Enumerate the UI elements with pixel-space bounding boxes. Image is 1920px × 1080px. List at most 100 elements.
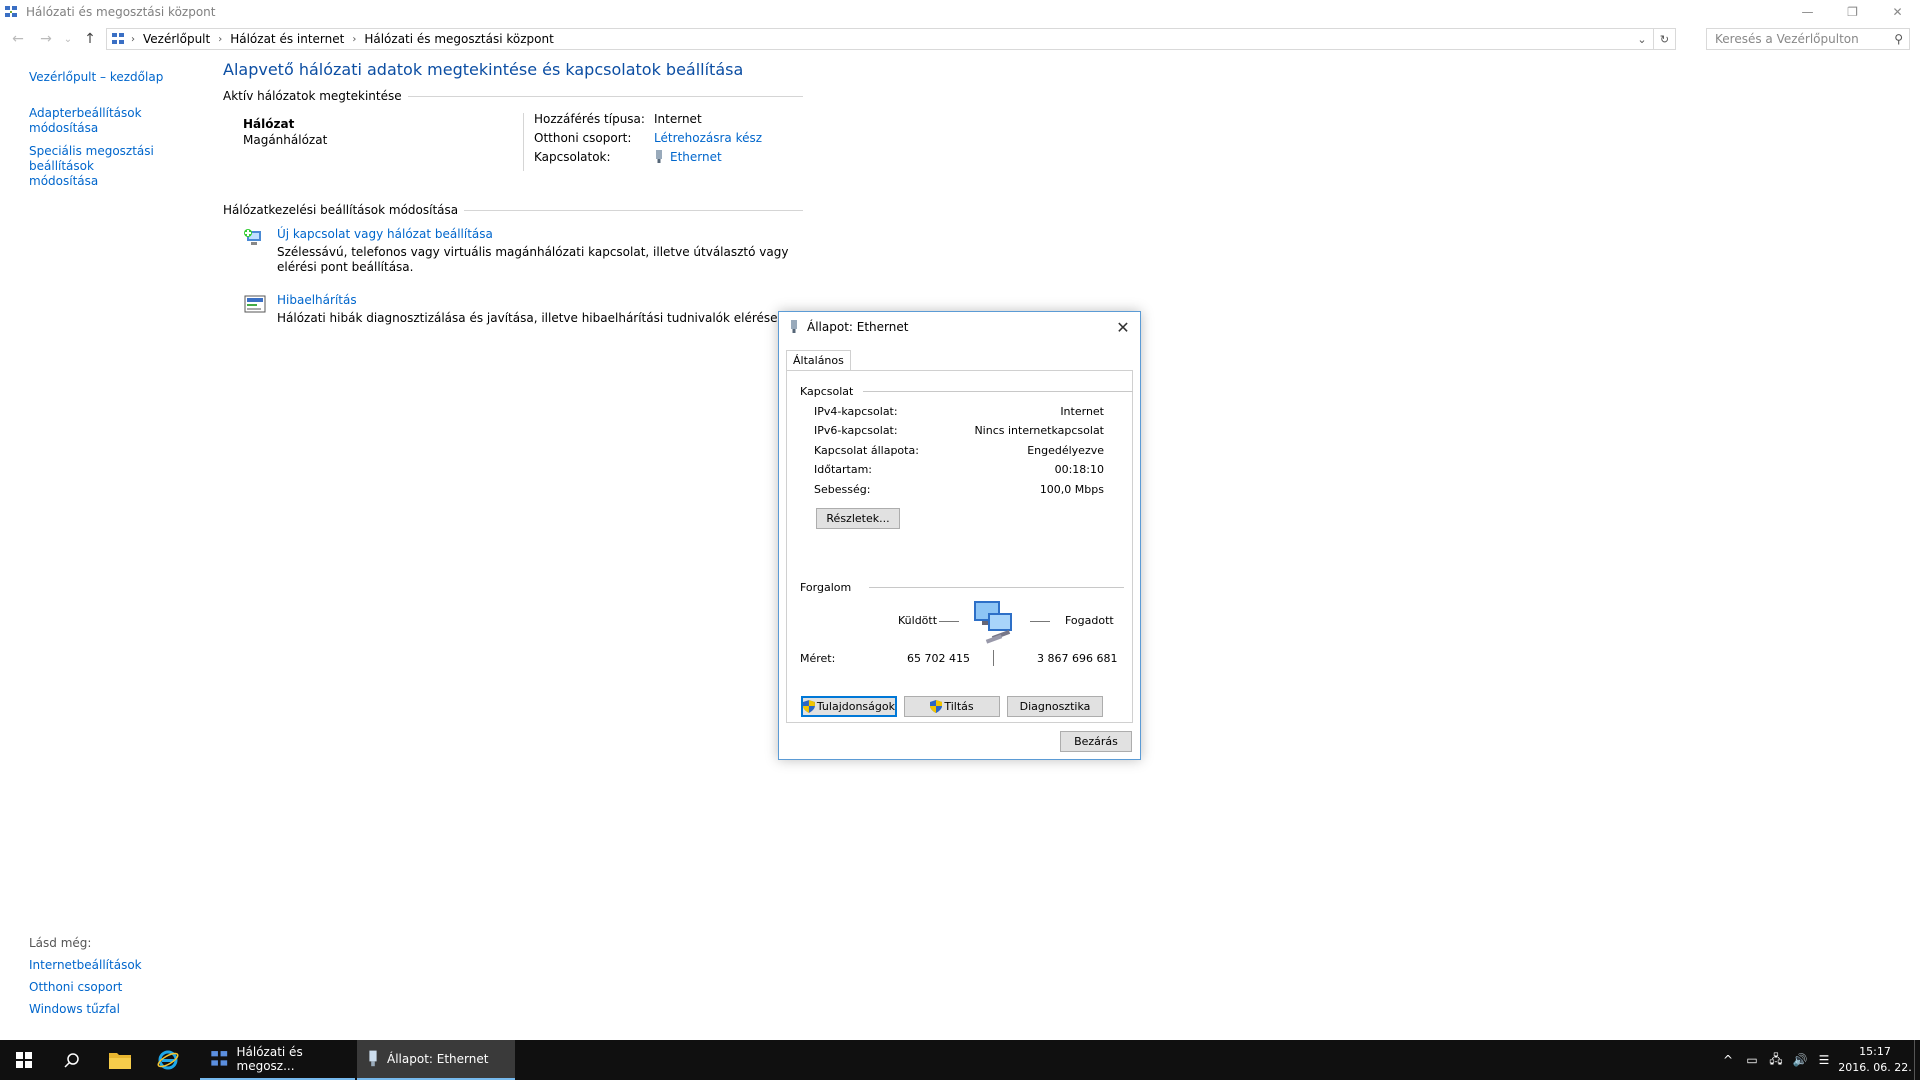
details-button[interactable]: Részletek... <box>816 508 900 529</box>
status-value: Engedélyezve <box>1027 444 1104 457</box>
status-row: Kapcsolat állapota: Engedélyezve <box>814 444 1104 457</box>
minimize-button[interactable]: — <box>1785 0 1830 24</box>
breadcrumb-network-center[interactable]: Hálózati és megosztási központ <box>358 32 559 46</box>
breadcrumb-network-internet[interactable]: Hálózat és internet <box>224 32 350 46</box>
maximize-button[interactable]: ❐ <box>1830 0 1875 24</box>
windows-logo-icon <box>16 1052 32 1068</box>
properties-button-label: Tulajdonságok <box>816 700 895 713</box>
volume-icon[interactable]: 🔊 <box>1788 1053 1812 1067</box>
homegroup-link[interactable]: Létrehozásra kész <box>654 131 762 145</box>
taskbar-task-label: Állapot: Ethernet <box>387 1052 489 1066</box>
ipv4-row: IPv4-kapcsolat: Internet <box>814 405 1104 418</box>
breadcrumb-separator[interactable]: › <box>216 34 224 45</box>
back-button[interactable]: ← <box>4 26 32 52</box>
see-also-homegroup[interactable]: Otthoni csoport <box>29 980 142 994</box>
tray-overflow-icon[interactable]: ^ <box>1716 1053 1740 1067</box>
up-button[interactable]: ↑ <box>76 26 104 52</box>
show-desktop-button[interactable] <box>1914 1040 1920 1080</box>
connection-group-title: Kapcsolat <box>800 385 854 398</box>
new-connection-icon <box>244 229 261 245</box>
disable-button[interactable]: Tiltás <box>904 696 1000 717</box>
sidebar-item-adapter-settings[interactable]: Adapterbeállítások módosítása <box>29 106 209 136</box>
clock-date: 2016. 06. 22. <box>1838 1061 1912 1074</box>
taskbar-task-ethernet-status[interactable]: Állapot: Ethernet <box>357 1040 515 1080</box>
duration-value: 00:18:10 <box>1054 463 1104 476</box>
ethernet-icon <box>791 320 797 333</box>
dialog-close-icon[interactable]: ✕ <box>1106 312 1140 342</box>
divider <box>869 587 1125 588</box>
sidebar-item-control-panel-home[interactable]: Vezérlőpult – kezdőlap <box>29 70 209 85</box>
file-explorer-button[interactable] <box>96 1040 144 1080</box>
taskbar-search-button[interactable] <box>48 1040 96 1080</box>
breadcrumb-control-panel[interactable]: Vezérlőpult <box>137 32 216 46</box>
network-name: Hálózat <box>243 117 295 131</box>
troubleshoot-link[interactable]: Hibaelhárítás <box>277 293 803 307</box>
disable-button-label: Tiltás <box>944 700 974 713</box>
new-connection-desc: Szélessávú, telefonos vagy virtuális mag… <box>277 245 789 274</box>
window-title: Hálózati és megosztási központ <box>26 5 216 19</box>
ethernet-icon <box>656 149 662 163</box>
speed-row: Sebesség: 100,0 Mbps <box>814 483 1104 496</box>
refresh-icon[interactable]: ↻ <box>1653 29 1675 49</box>
access-type-value: Internet <box>654 111 702 126</box>
uac-shield-icon <box>803 700 815 713</box>
task-new-connection: Új kapcsolat vagy hálózat beállítása Szé… <box>243 227 803 275</box>
tab-general[interactable]: Általános <box>786 350 851 370</box>
sent-line <box>939 621 959 622</box>
new-connection-link[interactable]: Új kapcsolat vagy hálózat beállítása <box>277 227 803 241</box>
duration-row: Időtartam: 00:18:10 <box>814 463 1104 476</box>
received-bytes: 3 867 696 681 <box>1037 652 1118 665</box>
general-tab-panel: Kapcsolat IPv4-kapcsolat: Internet IPv6-k… <box>786 370 1134 723</box>
sidebar-item-advanced-sharing[interactable]: Speciális megosztási beállítások módosít… <box>29 144 159 189</box>
address-dropdown-icon[interactable]: ⌄ <box>1631 29 1653 49</box>
network-properties: Hozzáférés típusa: Internet Otthoni csopo… <box>534 109 762 166</box>
search-icon[interactable]: ⚲ <box>1894 32 1903 46</box>
forward-button[interactable]: → <box>32 26 60 52</box>
connections-label: Kapcsolatok: <box>534 149 611 164</box>
search-input[interactable]: Keresés a Vezérlőpulton ⚲ <box>1706 28 1910 50</box>
folder-icon <box>109 1053 131 1069</box>
speed-value: 100,0 Mbps <box>1039 483 1104 496</box>
received-line <box>1030 621 1050 622</box>
main-content: Alapvető hálózati adatok megtekintése és… <box>223 60 803 326</box>
status-label: Kapcsolat állapota: <box>814 444 919 457</box>
close-window-button[interactable]: ✕ <box>1875 0 1920 24</box>
network-icon[interactable]: 🖧 <box>1764 1050 1788 1071</box>
ethernet-status-dialog: Állapot: Ethernet ✕ Általános Kapcsolat … <box>778 311 1141 760</box>
uac-shield-icon <box>930 700 943 713</box>
see-also-firewall[interactable]: Windows tűzfal <box>29 1002 142 1016</box>
task-troubleshoot: Hibaelhárítás Hálózati hibák diagnosztiz… <box>243 293 803 326</box>
troubleshoot-desc: Hálózati hibák diagnosztizálása és javít… <box>277 311 782 325</box>
dialog-close-button[interactable]: Bezárás <box>1060 731 1132 752</box>
ethernet-link[interactable]: Ethernet <box>670 150 722 164</box>
settings-header-text: Hálózatkezelési beállítások módosítása <box>223 203 459 217</box>
breadcrumb-separator[interactable]: › <box>129 34 137 45</box>
internet-explorer-button[interactable] <box>144 1040 192 1080</box>
see-also-internet-options[interactable]: Internetbeállítások <box>29 958 142 972</box>
dialog-title: Állapot: Ethernet <box>807 320 909 334</box>
address-bar[interactable]: › Vezérlőpult › Hálózat és internet › Há… <box>106 28 1676 50</box>
start-button[interactable] <box>0 1040 48 1080</box>
connection-group-header: Kapcsolat <box>800 385 1134 398</box>
duration-label: Időtartam: <box>814 463 873 476</box>
taskbar-task-network-center[interactable]: Hálózati és megosz... <box>200 1040 355 1080</box>
see-also-section: Lásd még: Internetbeállítások Otthoni cs… <box>29 936 142 1024</box>
properties-button[interactable]: Tulajdonságok <box>801 696 897 717</box>
breadcrumb-separator[interactable]: › <box>350 34 358 45</box>
active-networks-header-text: Aktív hálózatok megtekintése <box>223 89 402 103</box>
network-type: Magánhálózat <box>243 133 328 147</box>
settings-header: Hálózatkezelési beállítások módosítása <box>223 203 803 217</box>
diagnose-button[interactable]: Diagnosztika <box>1007 696 1103 717</box>
ipv6-value: Nincs internetkapcsolat <box>974 424 1104 437</box>
battery-icon[interactable]: ▭ <box>1740 1053 1764 1067</box>
control-panel-icon <box>112 33 124 44</box>
recent-locations-button[interactable]: ⌄ <box>60 26 76 52</box>
search-placeholder: Keresés a Vezérlőpulton <box>1715 32 1859 46</box>
network-computers-icon <box>974 601 1012 644</box>
clock[interactable]: 15:17 2016. 06. 22. <box>1836 1044 1914 1076</box>
sidebar: Vezérlőpult – kezdőlap Adapterbeállításo… <box>29 70 209 189</box>
notifications-icon[interactable]: ☰ <box>1812 1053 1836 1067</box>
traffic-group-header: Forgalom <box>800 581 1125 594</box>
ipv6-label: IPv6-kapcsolat: <box>814 424 898 437</box>
ipv4-value: Internet <box>1060 405 1104 418</box>
